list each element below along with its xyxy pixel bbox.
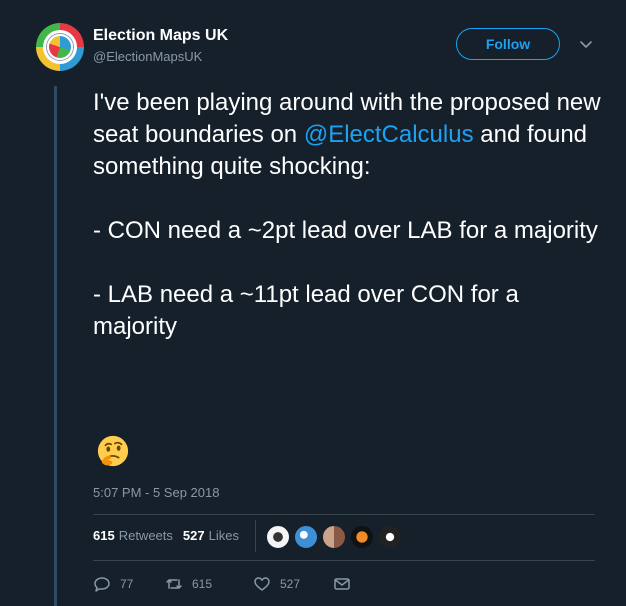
likes-count[interactable]: 527 [183, 528, 205, 543]
retweets-count[interactable]: 615 [93, 528, 115, 543]
display-name[interactable]: Election Maps UK [93, 27, 228, 45]
engagement-stats: 615 Retweets 527 Likes [93, 528, 239, 543]
follow-button[interactable]: Follow [456, 28, 560, 60]
divider [93, 514, 595, 515]
message-action[interactable] [333, 575, 360, 593]
avatar[interactable] [36, 23, 84, 71]
liker-avatar-2-icon[interactable] [294, 525, 318, 549]
like-action[interactable]: 527 [253, 575, 333, 593]
avatar-logo-ring [43, 30, 77, 64]
retweets-label[interactable]: Retweets [119, 528, 173, 543]
liker-avatar-1-icon[interactable] [266, 525, 290, 549]
thread-line [54, 86, 57, 606]
stats-separator [255, 520, 256, 552]
tweet-text-part: and found something quite shocking: - CO… [93, 121, 598, 340]
tweet-card: Election Maps UK @ElectionMapsUK Follow … [0, 0, 626, 606]
user-handle[interactable]: @ElectionMapsUK [93, 49, 202, 64]
heart-icon[interactable] [253, 575, 271, 593]
tweet-text: I've been playing around with the propos… [93, 87, 608, 343]
liker-avatar-5-icon[interactable] [378, 525, 402, 549]
envelope-icon[interactable] [333, 575, 351, 593]
retweet-action[interactable]: 615 [165, 575, 253, 593]
likes-label[interactable]: Likes [209, 528, 239, 543]
tweet-timestamp[interactable]: 5:07 PM - 5 Sep 2018 [93, 485, 219, 500]
retweet-count: 615 [192, 577, 213, 591]
liker-avatar-3-icon[interactable] [322, 525, 346, 549]
retweet-icon[interactable] [165, 575, 183, 593]
thinking-face-emoji-icon [97, 435, 129, 467]
like-count: 527 [280, 577, 301, 591]
chevron-down-icon[interactable] [579, 38, 593, 52]
avatar-logo-core [47, 34, 73, 60]
liker-avatars [266, 525, 406, 549]
reply-action[interactable]: 77 [93, 575, 165, 593]
liker-avatar-4-icon[interactable] [350, 525, 374, 549]
reply-icon[interactable] [93, 575, 111, 593]
divider [93, 560, 595, 561]
tweet-actions: 77 615 527 [93, 575, 360, 593]
reply-count: 77 [120, 577, 134, 591]
mention-link[interactable]: @ElectCalculus [304, 121, 474, 148]
